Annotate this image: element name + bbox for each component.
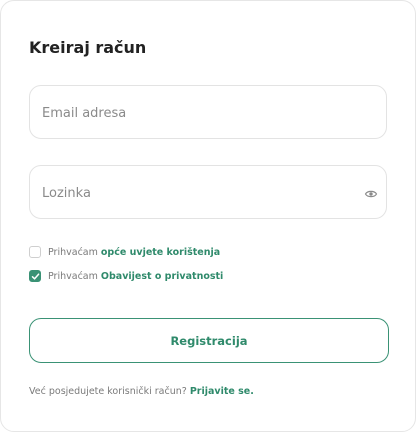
password-field[interactable] [40, 166, 354, 220]
privacy-link[interactable]: Obavijest o privatnosti [101, 271, 223, 282]
terms-prefix: Prihvaćam [48, 246, 98, 258]
privacy-label: Prihvaćam Obavijest o privatnosti [48, 271, 223, 282]
page-title: Kreiraj račun [29, 38, 147, 57]
privacy-prefix: Prihvaćam [48, 270, 98, 282]
signup-card: Kreiraj račun Prihvaćam opće uvjete kori… [0, 0, 416, 432]
terms-row: Prihvaćam opće uvjete korištenja [29, 244, 220, 260]
terms-link[interactable]: opće uvjete korištenja [101, 247, 220, 258]
login-prompt-text: Već posjedujete korisnički račun? [29, 386, 187, 397]
email-field-container[interactable] [29, 85, 387, 140]
privacy-row: Prihvaćam Obavijest o privatnosti [29, 268, 223, 284]
terms-checkbox[interactable] [29, 246, 41, 258]
password-field-container[interactable] [29, 165, 387, 220]
eye-icon[interactable] [364, 186, 378, 200]
login-link[interactable]: Prijavite se. [190, 386, 254, 397]
terms-label: Prihvaćam opće uvjete korištenja [48, 247, 220, 258]
privacy-checkbox[interactable] [29, 270, 41, 282]
check-icon [31, 272, 39, 280]
email-field[interactable] [40, 86, 354, 140]
login-prompt: Već posjedujete korisnički račun? Prijav… [29, 386, 254, 397]
register-button[interactable]: Registracija [29, 318, 389, 363]
